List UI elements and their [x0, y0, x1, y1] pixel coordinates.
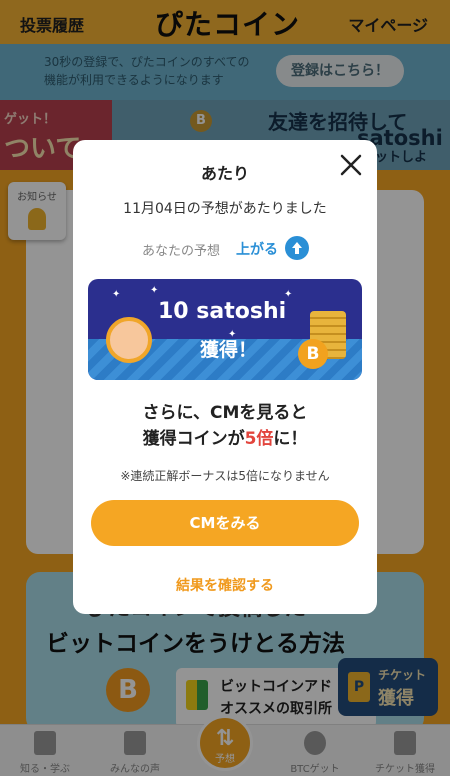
reward-amount: 10 satoshi — [158, 299, 287, 324]
prediction-value: 上がる — [236, 242, 278, 258]
cm-offer-line1: さらに、CMを見ると — [142, 403, 308, 423]
reward-label: 獲得！ — [200, 339, 258, 361]
star-icon: ✦ — [112, 289, 121, 300]
check-result-link[interactable]: 結果を確認する — [73, 575, 377, 595]
bonus-note: ※連続正解ボーナスは5倍になりません — [120, 469, 330, 483]
reward-banner: ✦ ✦ ✦ ✦ 10 satoshi 獲得！ B — [88, 279, 362, 380]
modal-title: あたり — [200, 164, 249, 183]
cm-offer-text-a: 獲得コインが — [142, 429, 245, 449]
result-message: 11月04日の予想があたりました — [123, 201, 327, 217]
star-icon: ✦ — [150, 285, 159, 296]
bitcoin-icon: B — [298, 339, 328, 369]
close-icon[interactable] — [336, 150, 366, 180]
multiplier-text: 5倍 — [244, 429, 274, 449]
cm-offer-line2: 獲得コインが5倍に！ — [73, 424, 377, 449]
mascot-character — [106, 317, 152, 363]
watch-cm-button[interactable]: CMをみる — [91, 500, 359, 546]
prediction-label: あなたの予想 — [142, 244, 221, 259]
cm-offer-text-c: に！ — [273, 429, 308, 449]
arrow-up-icon — [285, 236, 309, 260]
